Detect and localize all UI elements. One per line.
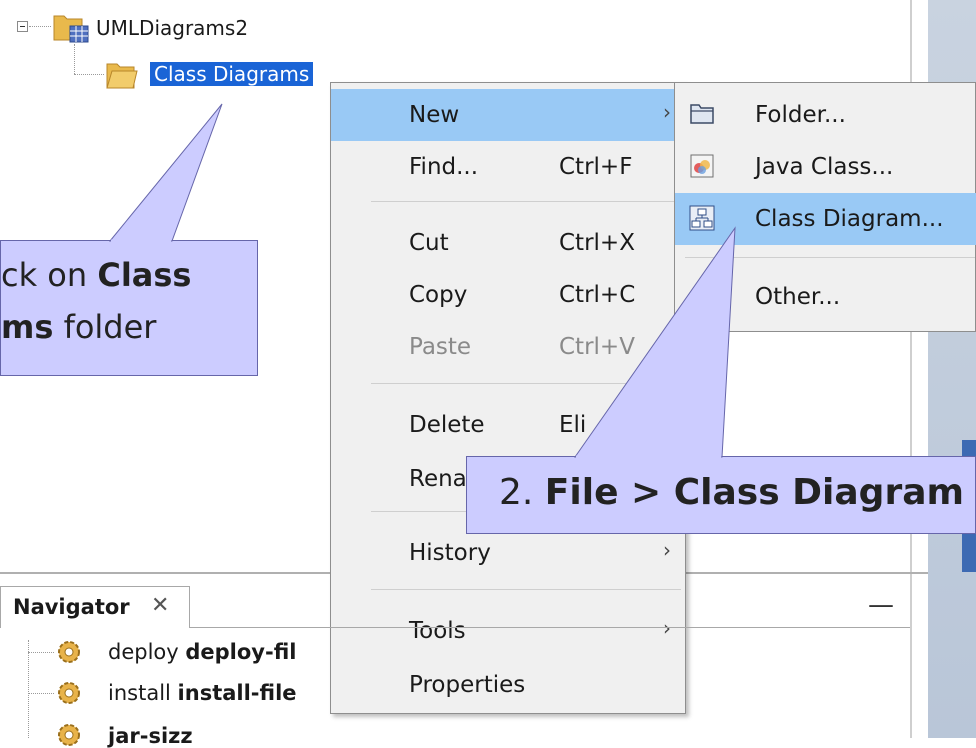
navigator-title: Navigator — [13, 595, 130, 619]
navigator-item[interactable]: install install-file — [108, 681, 297, 705]
gear-icon — [58, 682, 80, 704]
navigator-tab[interactable]: Navigator ✕ — [0, 586, 190, 628]
menu-item-label: Tools — [409, 618, 466, 644]
menu-item-label: History — [409, 540, 491, 566]
tree-connector — [28, 652, 54, 654]
tree-connector — [28, 693, 54, 695]
callout-2-pointer — [574, 226, 736, 459]
tree-connector — [28, 640, 30, 738]
menu-item-tools[interactable]: Tools › — [331, 605, 685, 657]
gear-icon — [58, 724, 80, 746]
submenu-arrow-icon: › — [663, 616, 671, 640]
close-icon[interactable]: ✕ — [151, 593, 169, 618]
menu-item-properties[interactable]: Properties — [331, 659, 685, 711]
navigator-item[interactable]: deploy deploy-fil — [108, 640, 296, 664]
menu-item-history[interactable]: History › — [331, 527, 685, 579]
callout-2-text: 2. File > Class Diagram — [499, 472, 964, 513]
gear-icon — [58, 641, 80, 663]
submenu-arrow-icon: › — [663, 538, 671, 562]
navigator-tab-border — [190, 627, 910, 628]
menu-item-label: Properties — [409, 672, 526, 698]
minimize-icon[interactable]: — — [868, 590, 894, 620]
navigator-item[interactable]: jar-sizz — [108, 724, 193, 748]
menu-separator — [371, 589, 681, 590]
